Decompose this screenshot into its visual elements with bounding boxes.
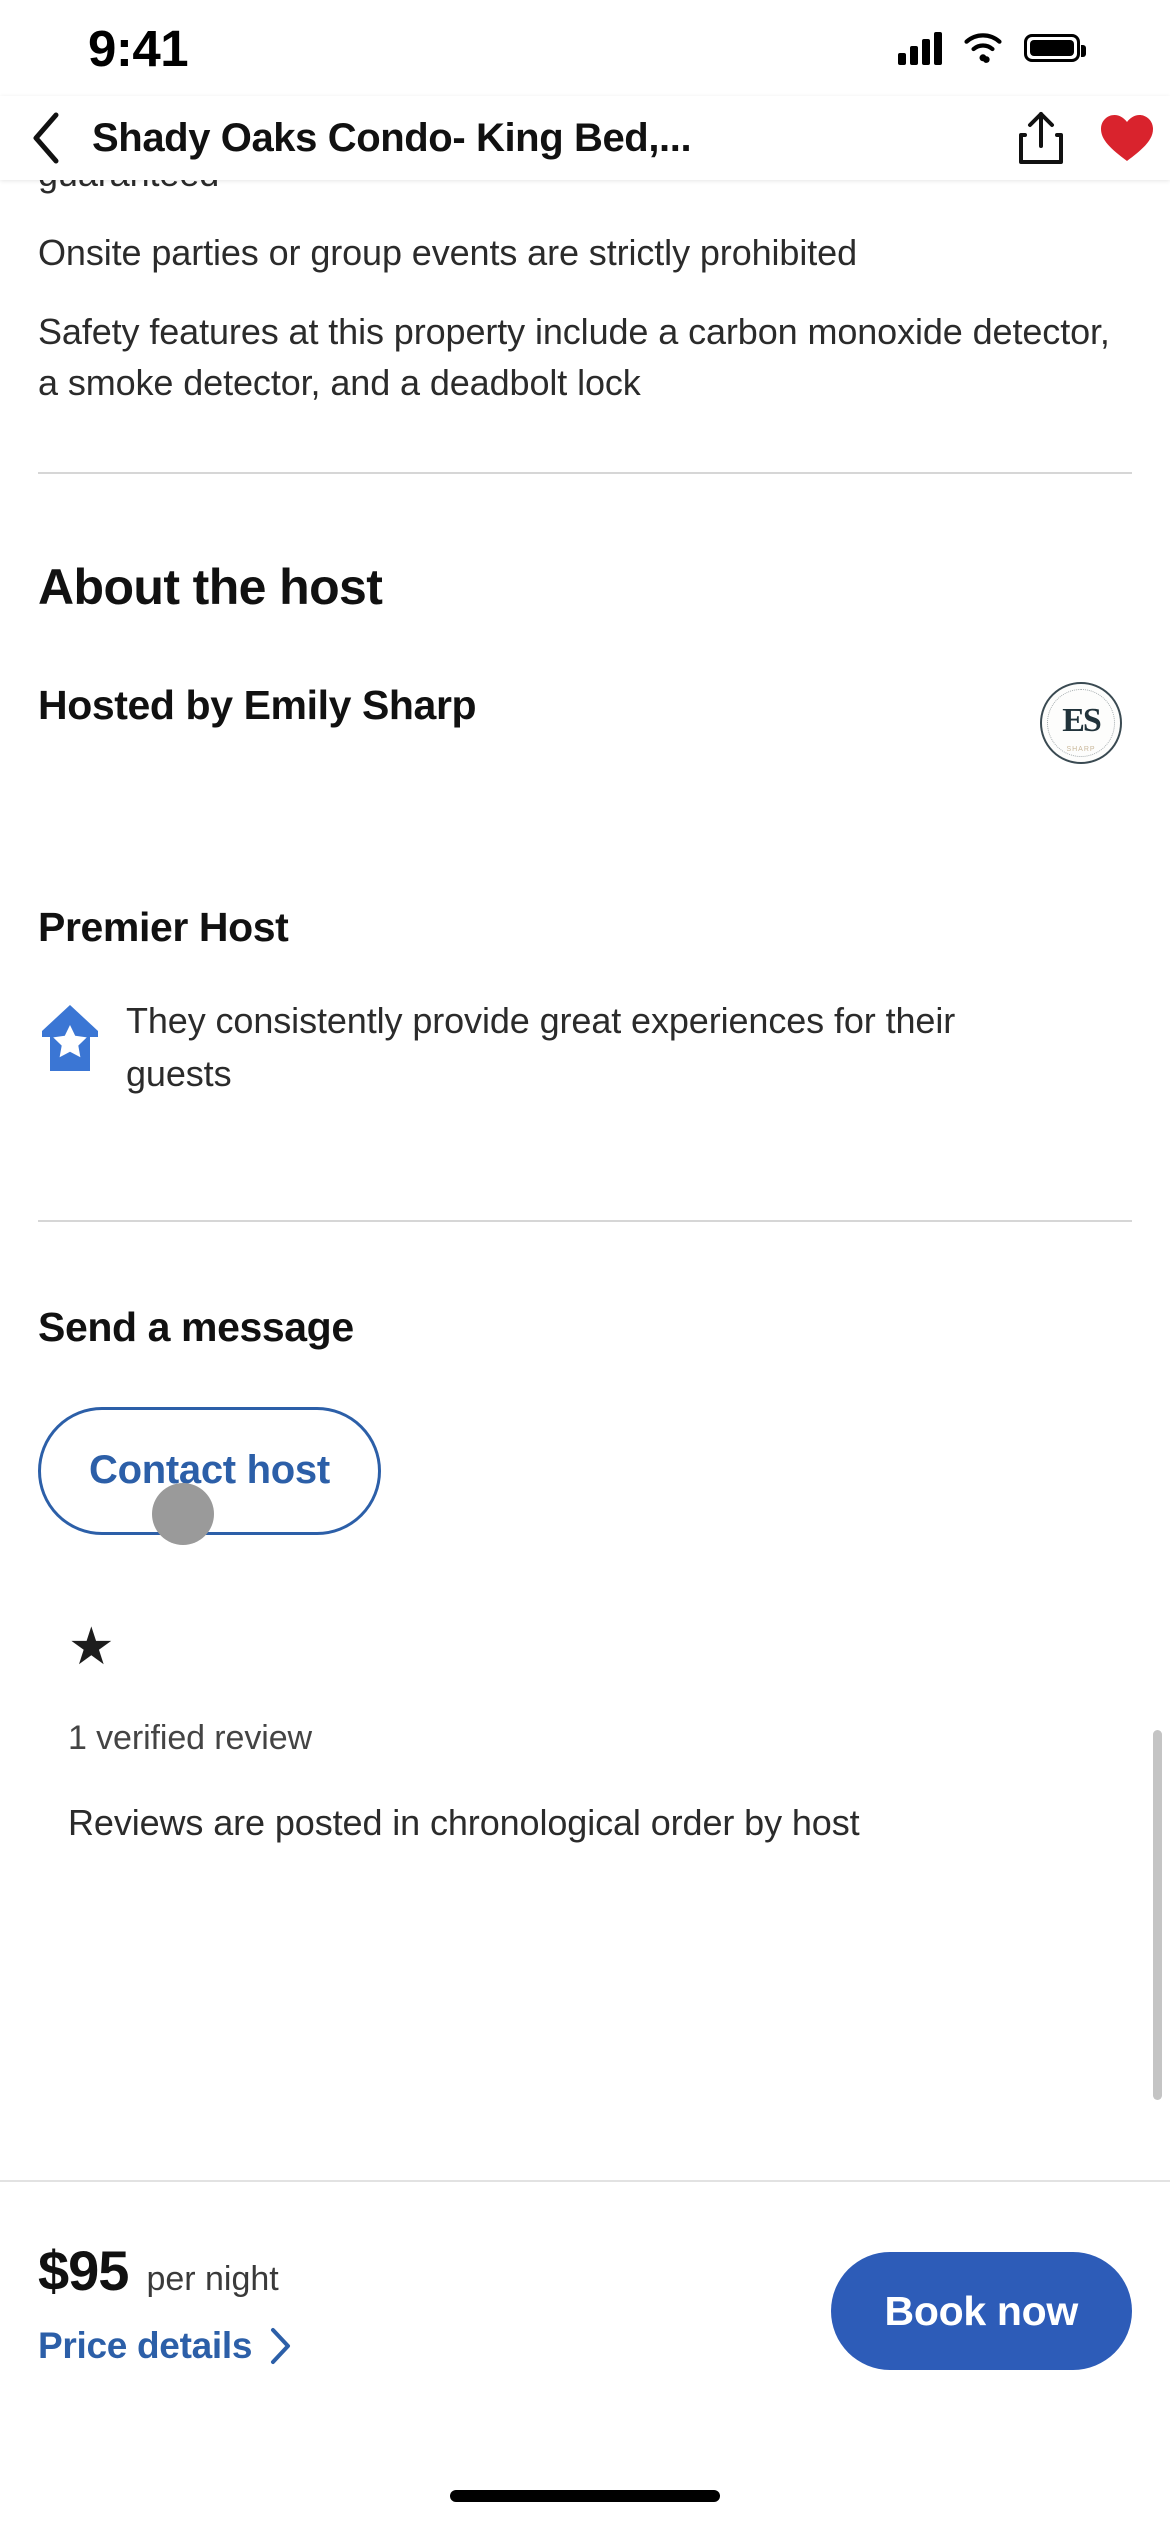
premier-host-description: They consistently provide great experien… <box>126 1000 956 1094</box>
house-star-badge-icon <box>42 1005 98 1072</box>
status-indicators <box>898 31 1086 65</box>
vertical-scrollbar[interactable] <box>1153 1730 1162 2100</box>
price-column: $95 per night Price details <box>38 2238 292 2367</box>
premier-host-row: They consistently provide great experien… <box>38 995 1132 1099</box>
status-bar: 9:41 <box>0 0 1170 96</box>
home-indicator <box>450 2490 720 2502</box>
section-divider <box>38 1219 1132 1222</box>
price-line: $95 per night <box>38 2238 292 2303</box>
house-rule-line: Safety features at this property include… <box>38 311 1110 404</box>
back-button[interactable] <box>0 112 92 164</box>
house-rule-line: Onsite parties or group events are stric… <box>38 232 857 274</box>
scroll-content[interactable]: guaranteed Onsite parties or group event… <box>0 180 1170 2180</box>
navigation-bar: Shady Oaks Condo- King Bed,... <box>0 96 1170 180</box>
share-button[interactable] <box>998 110 1084 166</box>
chevron-right-icon <box>271 2328 291 2364</box>
cellular-bars-icon <box>898 31 942 65</box>
wifi-icon <box>964 33 1002 63</box>
star-filled-icon: ★ <box>68 1617 115 1676</box>
price-details-link[interactable]: Price details <box>38 2325 292 2367</box>
contact-host-button[interactable]: Contact host <box>38 1406 381 1535</box>
avatar-subtext: SHARP <box>1066 746 1096 754</box>
battery-full-icon <box>1024 34 1086 62</box>
send-message-title: Send a message <box>38 1303 354 1350</box>
verified-review-count: 1 verified review <box>68 1718 312 1757</box>
heart-filled-icon <box>1101 115 1153 161</box>
price-unit: per night <box>146 2260 279 2298</box>
favorite-button[interactable] <box>1084 113 1170 163</box>
contact-host-label: Contact host <box>89 1448 330 1493</box>
chevron-left-icon <box>33 112 59 164</box>
house-rule-cutoff: guaranteed <box>38 180 1132 199</box>
about-host-title: About the host <box>38 559 383 616</box>
status-time: 9:41 <box>88 19 189 77</box>
host-avatar[interactable]: ES SHARP <box>1040 682 1122 765</box>
premier-host-title: Premier Host <box>38 904 289 951</box>
page-title: Shady Oaks Condo- King Bed,... <box>92 115 692 160</box>
price-details-label: Price details <box>38 2325 253 2366</box>
section-divider <box>38 472 1132 475</box>
booking-bottom-bar: $95 per night Price details Book now <box>0 2180 1170 2532</box>
share-icon <box>1019 112 1063 164</box>
avatar-monogram: ES <box>1062 702 1102 740</box>
hosted-by-label: Hosted by Emily Sharp <box>38 682 477 729</box>
book-now-button[interactable]: Book now <box>830 2252 1132 2370</box>
reviews-cutoff-line: Reviews are posted in chronological orde… <box>68 1801 860 1843</box>
price-amount: $95 <box>38 2239 129 2302</box>
